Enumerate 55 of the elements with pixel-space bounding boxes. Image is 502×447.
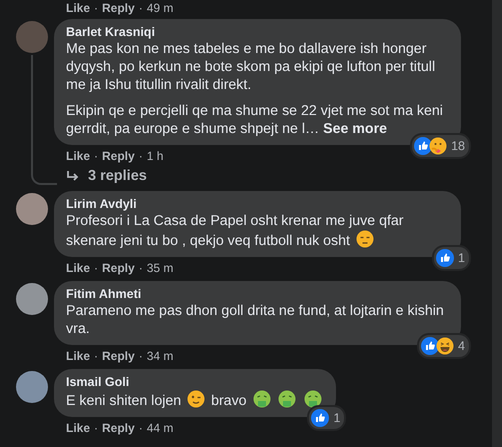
comment-text: Parameno me pas dhon goll drita ne fund, at lojtarin e kishin vra. [66,302,445,338]
view-replies-link[interactable]: 3 replies [16,168,147,185]
hugging-face-icon [429,137,448,155]
like-reaction-icon [414,137,432,155]
comment-time: 35 m [146,260,174,274]
separator-dot: · [94,348,98,362]
comment-text: Me pas kon ne mes tabeles e me bo dallavere ish honger dyqysh, po kerkun ne bote skom pa ekipi qe lufton per titull me ja Ishu titullin rivalit direkt. [66,40,436,94]
like-link[interactable]: Like [66,260,90,274]
reactions-badge[interactable]: 18 [412,135,469,157]
unamused-face-icon [356,230,374,248]
vomiting-face-icon [252,390,271,408]
separator-dot: · [138,0,143,14]
comment-time: 44 m [146,420,174,434]
reply-link[interactable]: Reply [102,0,135,14]
reactions-badge[interactable]: 1 [309,407,344,429]
like-link[interactable]: Like [66,348,90,362]
separator-dot: · [94,420,98,434]
reactions-badge[interactable]: 1 [434,247,469,269]
reply-link[interactable]: Reply [102,260,135,274]
commenter-name[interactable]: Barlet Krasniqi [66,25,449,40]
separator-dot: · [94,0,98,14]
avatar-photo-placeholder[interactable] [16,283,48,315]
winking-face-icon [187,390,206,408]
separator-dot: · [94,260,98,274]
comment-time: 34 m [146,348,174,362]
commenter-name[interactable]: Ismail Goli [66,375,324,390]
avatar-photo-placeholder[interactable] [16,193,48,225]
separator-dot: · [138,348,143,362]
like-link[interactable]: Like [66,148,90,162]
comment-text: E keni shiten lojen bravo [66,390,324,410]
comment-time: 49 m [146,0,174,14]
separator-dot: · [138,148,143,162]
like-reaction-icon [421,337,440,355]
comment-time: 1 h [146,148,164,162]
commenter-name[interactable]: Lirim Avdyli [66,197,449,212]
separator-dot: · [138,420,143,434]
reactions-badge[interactable]: 4 [419,335,469,357]
like-reaction-icon [311,409,330,427]
separator-dot: · [138,260,143,274]
comment-text: Ekipin qe e percjelli qe ma shume se 22 vjet me sot ma keni gerrdit, pa europe e shume shpejt ne l… See more [66,102,444,138]
reply-link[interactable]: Reply [102,420,135,434]
commenter-name[interactable]: Fitim Ahmeti [66,287,449,302]
vomiting-face-icon [278,390,296,408]
like-link[interactable]: Like [66,420,90,434]
separator-dot: · [94,148,98,162]
like-link[interactable]: Like [66,0,90,14]
reply-arrow-icon [66,170,80,182]
see-more-link[interactable]: See more [323,121,388,137]
reply-link[interactable]: Reply [102,348,135,362]
laughing-face-icon [436,337,454,355]
avatar-photo-placeholder[interactable] [16,371,48,403]
reply-link[interactable]: Reply [102,148,135,162]
vomiting-face-icon [304,390,322,408]
comment-text: Profesori i La Casa de Papel osht krenar me juve qfar skenare jeni tu bo , qekjo veq futboll nuk osht [66,212,405,250]
like-reaction-icon [436,249,454,267]
